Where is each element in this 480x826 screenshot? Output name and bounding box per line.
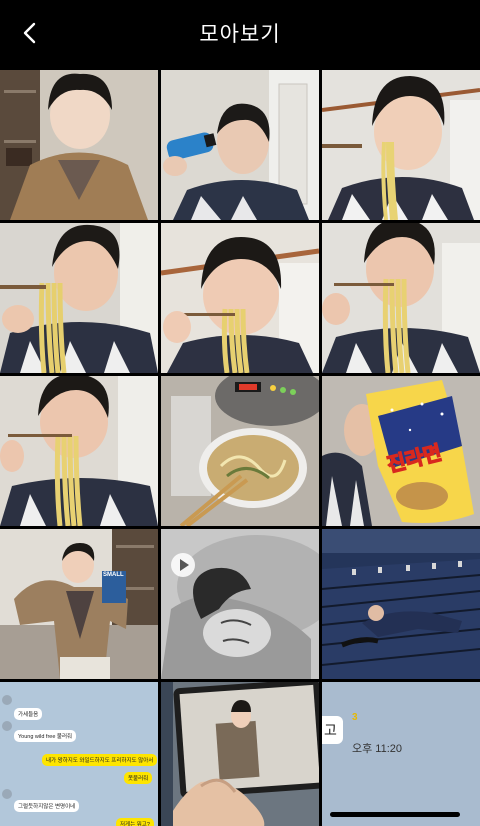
photo-thumbnail[interactable]: 진라면 [322, 376, 480, 526]
chat-bubble: 가세들음 [14, 708, 43, 720]
magazine-title: SMALL [103, 572, 124, 578]
unread-count: 3 [352, 712, 358, 723]
photo-thumbnail[interactable] [161, 70, 319, 220]
play-button[interactable] [171, 553, 195, 577]
photo-thumbnail[interactable] [161, 223, 319, 373]
page-title: 모아보기 [199, 22, 281, 46]
photo-thumbnail[interactable] [0, 376, 158, 526]
chat-bubble: 저게는 뭐고? [116, 818, 154, 826]
chat-bubble: 내가 왕하지도 와일드하지도 프리하지도 않아서 [42, 754, 158, 766]
photo-thumbnail[interactable] [161, 682, 319, 826]
home-indicator [330, 812, 460, 817]
chat-bubble: Young wild free 불러줘 [14, 730, 77, 742]
photo-thumbnail[interactable] [322, 70, 480, 220]
message-fragment: 고 [322, 716, 343, 744]
video-thumbnail[interactable] [161, 529, 319, 679]
photo-thumbnail[interactable] [0, 223, 158, 373]
photo-thumbnail[interactable] [322, 529, 480, 679]
top-bar: 모아보기 [0, 0, 480, 66]
photo-thumbnail[interactable] [0, 70, 158, 220]
photo-thumbnail[interactable] [161, 376, 319, 526]
photo-thumbnail[interactable] [322, 223, 480, 373]
message-screenshot-thumbnail[interactable]: 고 3 오후 11:20 [322, 682, 480, 826]
photo-thumbnail[interactable]: SMALL [0, 529, 158, 679]
chat-bubble: 못불러줘 [124, 772, 153, 784]
chat-bubble: 그럴듯하지않은 변명이네 [14, 800, 80, 812]
message-time: 오후 11:20 [352, 743, 403, 755]
media-grid: 진라면 SMALL 가세들음 Young wild free 불러줘 내가 왕하… [0, 70, 480, 826]
play-icon [180, 559, 189, 571]
chat-screenshot-thumbnail[interactable]: 가세들음 Young wild free 불러줘 내가 왕하지도 와일드하지도 … [0, 682, 158, 826]
